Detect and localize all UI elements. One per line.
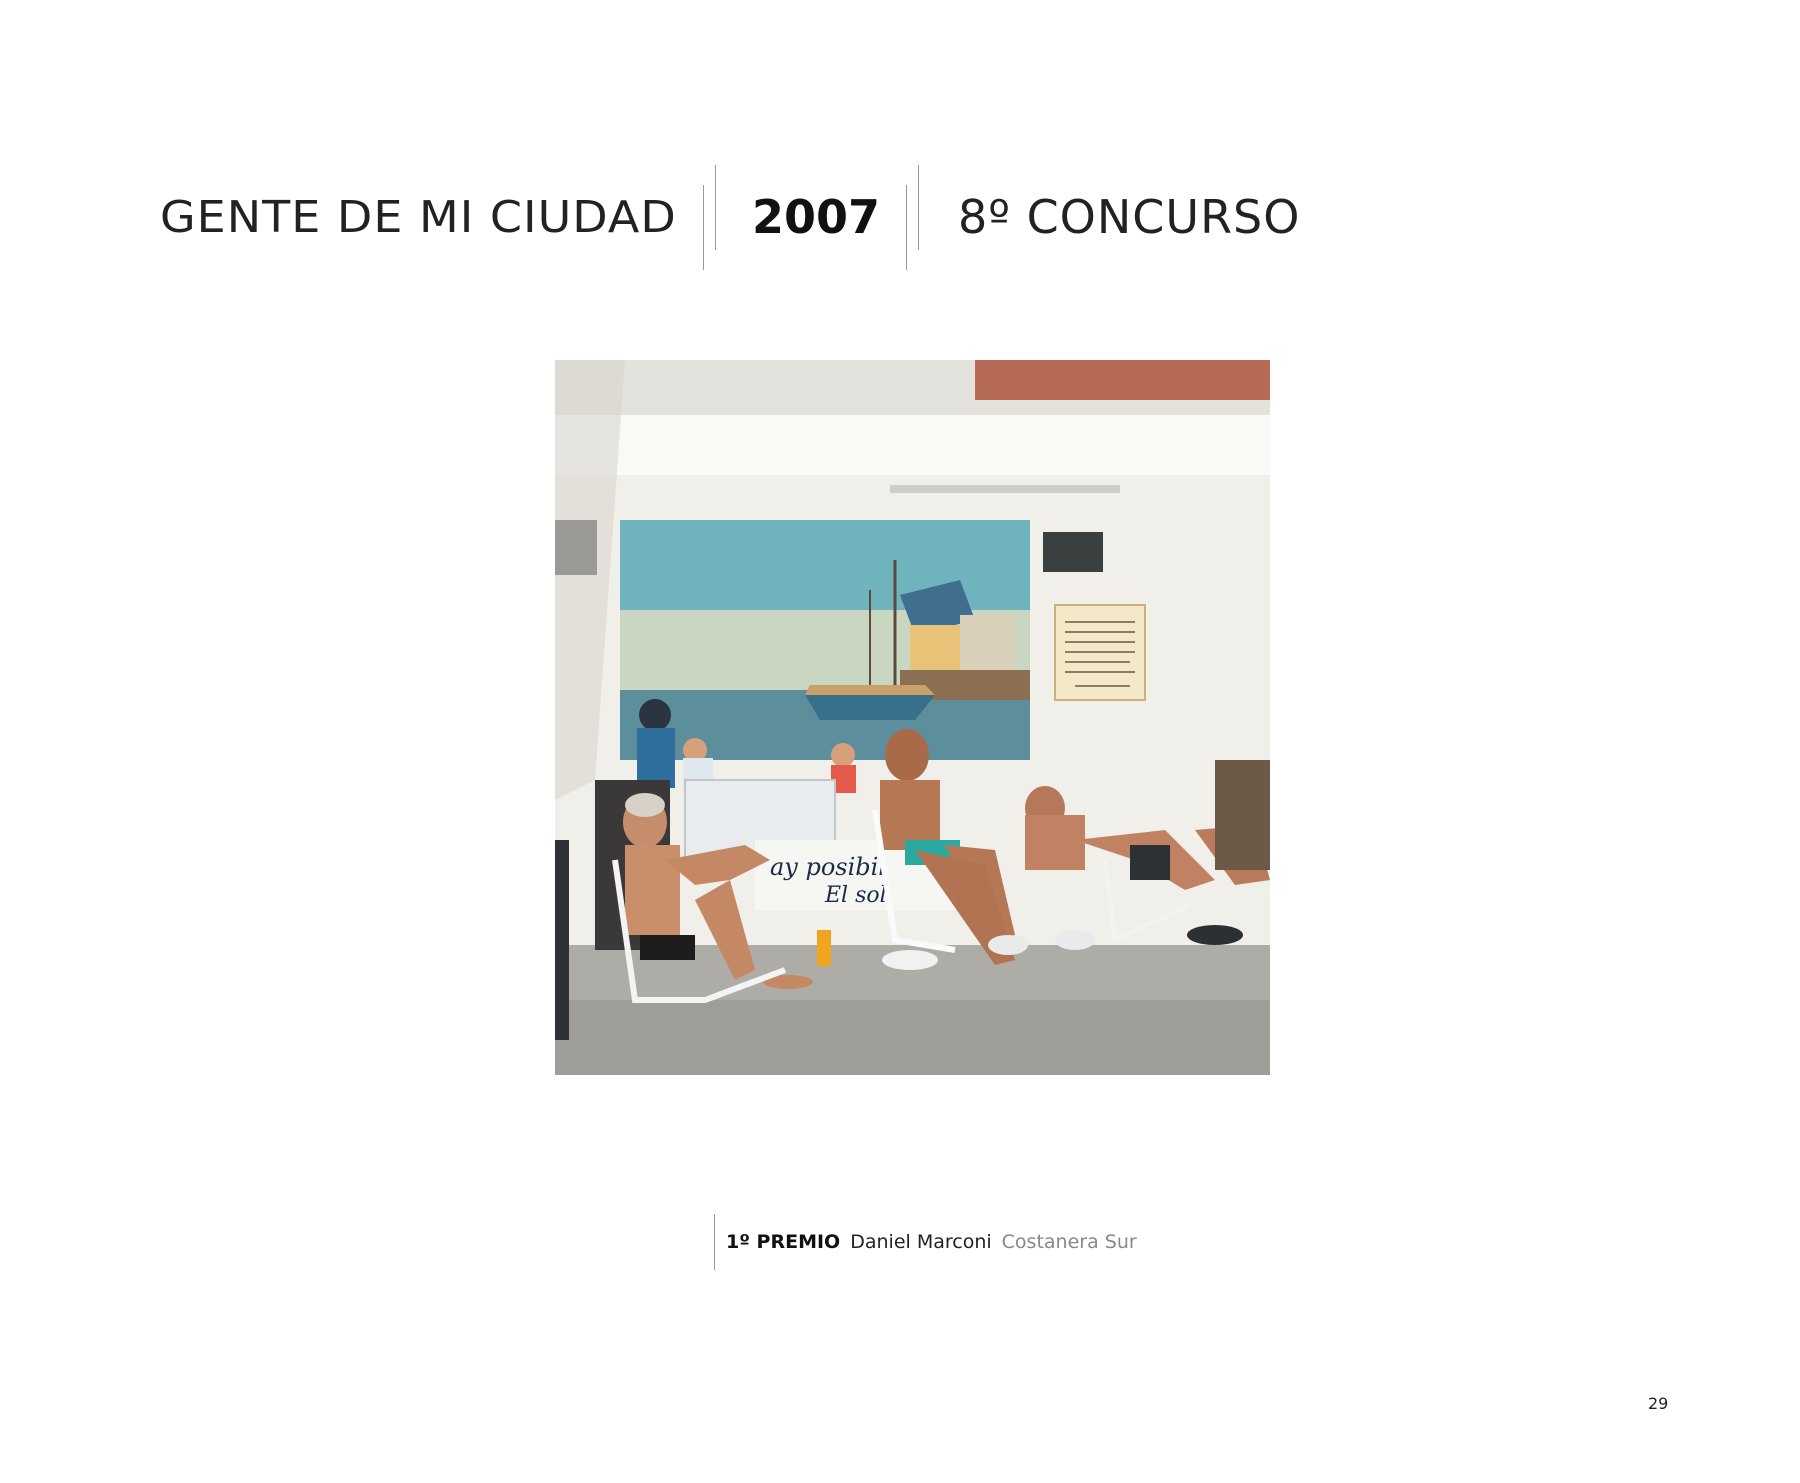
caption-prize: 1º PREMIO <box>726 1231 841 1253</box>
winning-photograph: ay posibil El sol <box>555 360 1270 1075</box>
caption-author: Daniel Marconi <box>850 1231 992 1253</box>
divider-left-b <box>715 165 716 250</box>
page-number: 29 <box>1648 1394 1669 1413</box>
mural-text-line2: El sol <box>824 883 887 908</box>
caption-divider <box>714 1214 715 1270</box>
caption-place: Costanera Sur <box>1001 1231 1137 1253</box>
divider-right-a <box>906 185 907 270</box>
contest-year: 2007 <box>752 190 881 244</box>
contest-title: GENTE DE MI CIUDAD <box>160 191 677 243</box>
contest-edition: 8º CONCURSO <box>958 190 1301 244</box>
divider-left-a <box>703 185 704 270</box>
divider-right-b <box>918 165 919 250</box>
photo-caption: 1º PREMIO Daniel Marconi Costanera Sur <box>726 1231 1137 1253</box>
page-header: GENTE DE MI CIUDAD 2007 8º CONCURSO <box>0 0 1800 300</box>
mural-text-line1: ay posibil <box>770 853 886 881</box>
